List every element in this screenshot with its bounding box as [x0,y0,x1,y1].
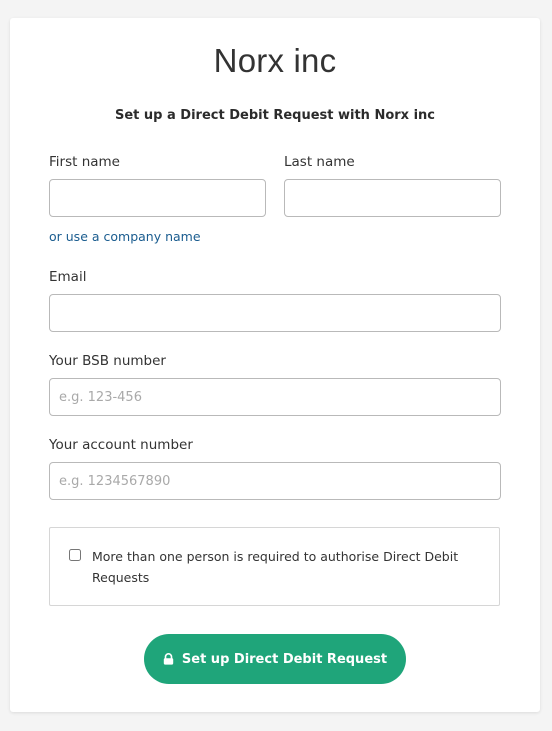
email-label: Email [49,269,87,285]
first-name-input[interactable] [49,179,266,217]
merchant-name: Norx inc [213,42,337,79]
form-subtitle: Set up a Direct Debit Request with Norx … [114,108,436,123]
multi-authoriser-label: More than one person is required to auth… [92,549,459,585]
setup-direct-debit-label: Set up Direct Debit Request [181,651,388,667]
first-name-label: First name [49,154,120,170]
bsb-label: Your BSB number [49,353,166,369]
email-input[interactable] [49,294,501,332]
multi-authoriser-checkbox[interactable] [69,549,81,561]
last-name-label: Last name [284,154,355,170]
bsb-input[interactable] [49,378,501,416]
account-number-input[interactable] [49,462,501,500]
setup-direct-debit-button[interactable]: Set up Direct Debit Request [144,634,406,684]
account-number-label: Your account number [49,437,193,453]
lock-icon [163,653,174,665]
multi-authoriser-box: More than one person is required to auth… [49,527,500,606]
use-company-name-link[interactable]: or use a company name [49,229,201,244]
direct-debit-card: Norx inc Set up a Direct Debit Request w… [10,18,540,712]
last-name-input[interactable] [284,179,501,217]
